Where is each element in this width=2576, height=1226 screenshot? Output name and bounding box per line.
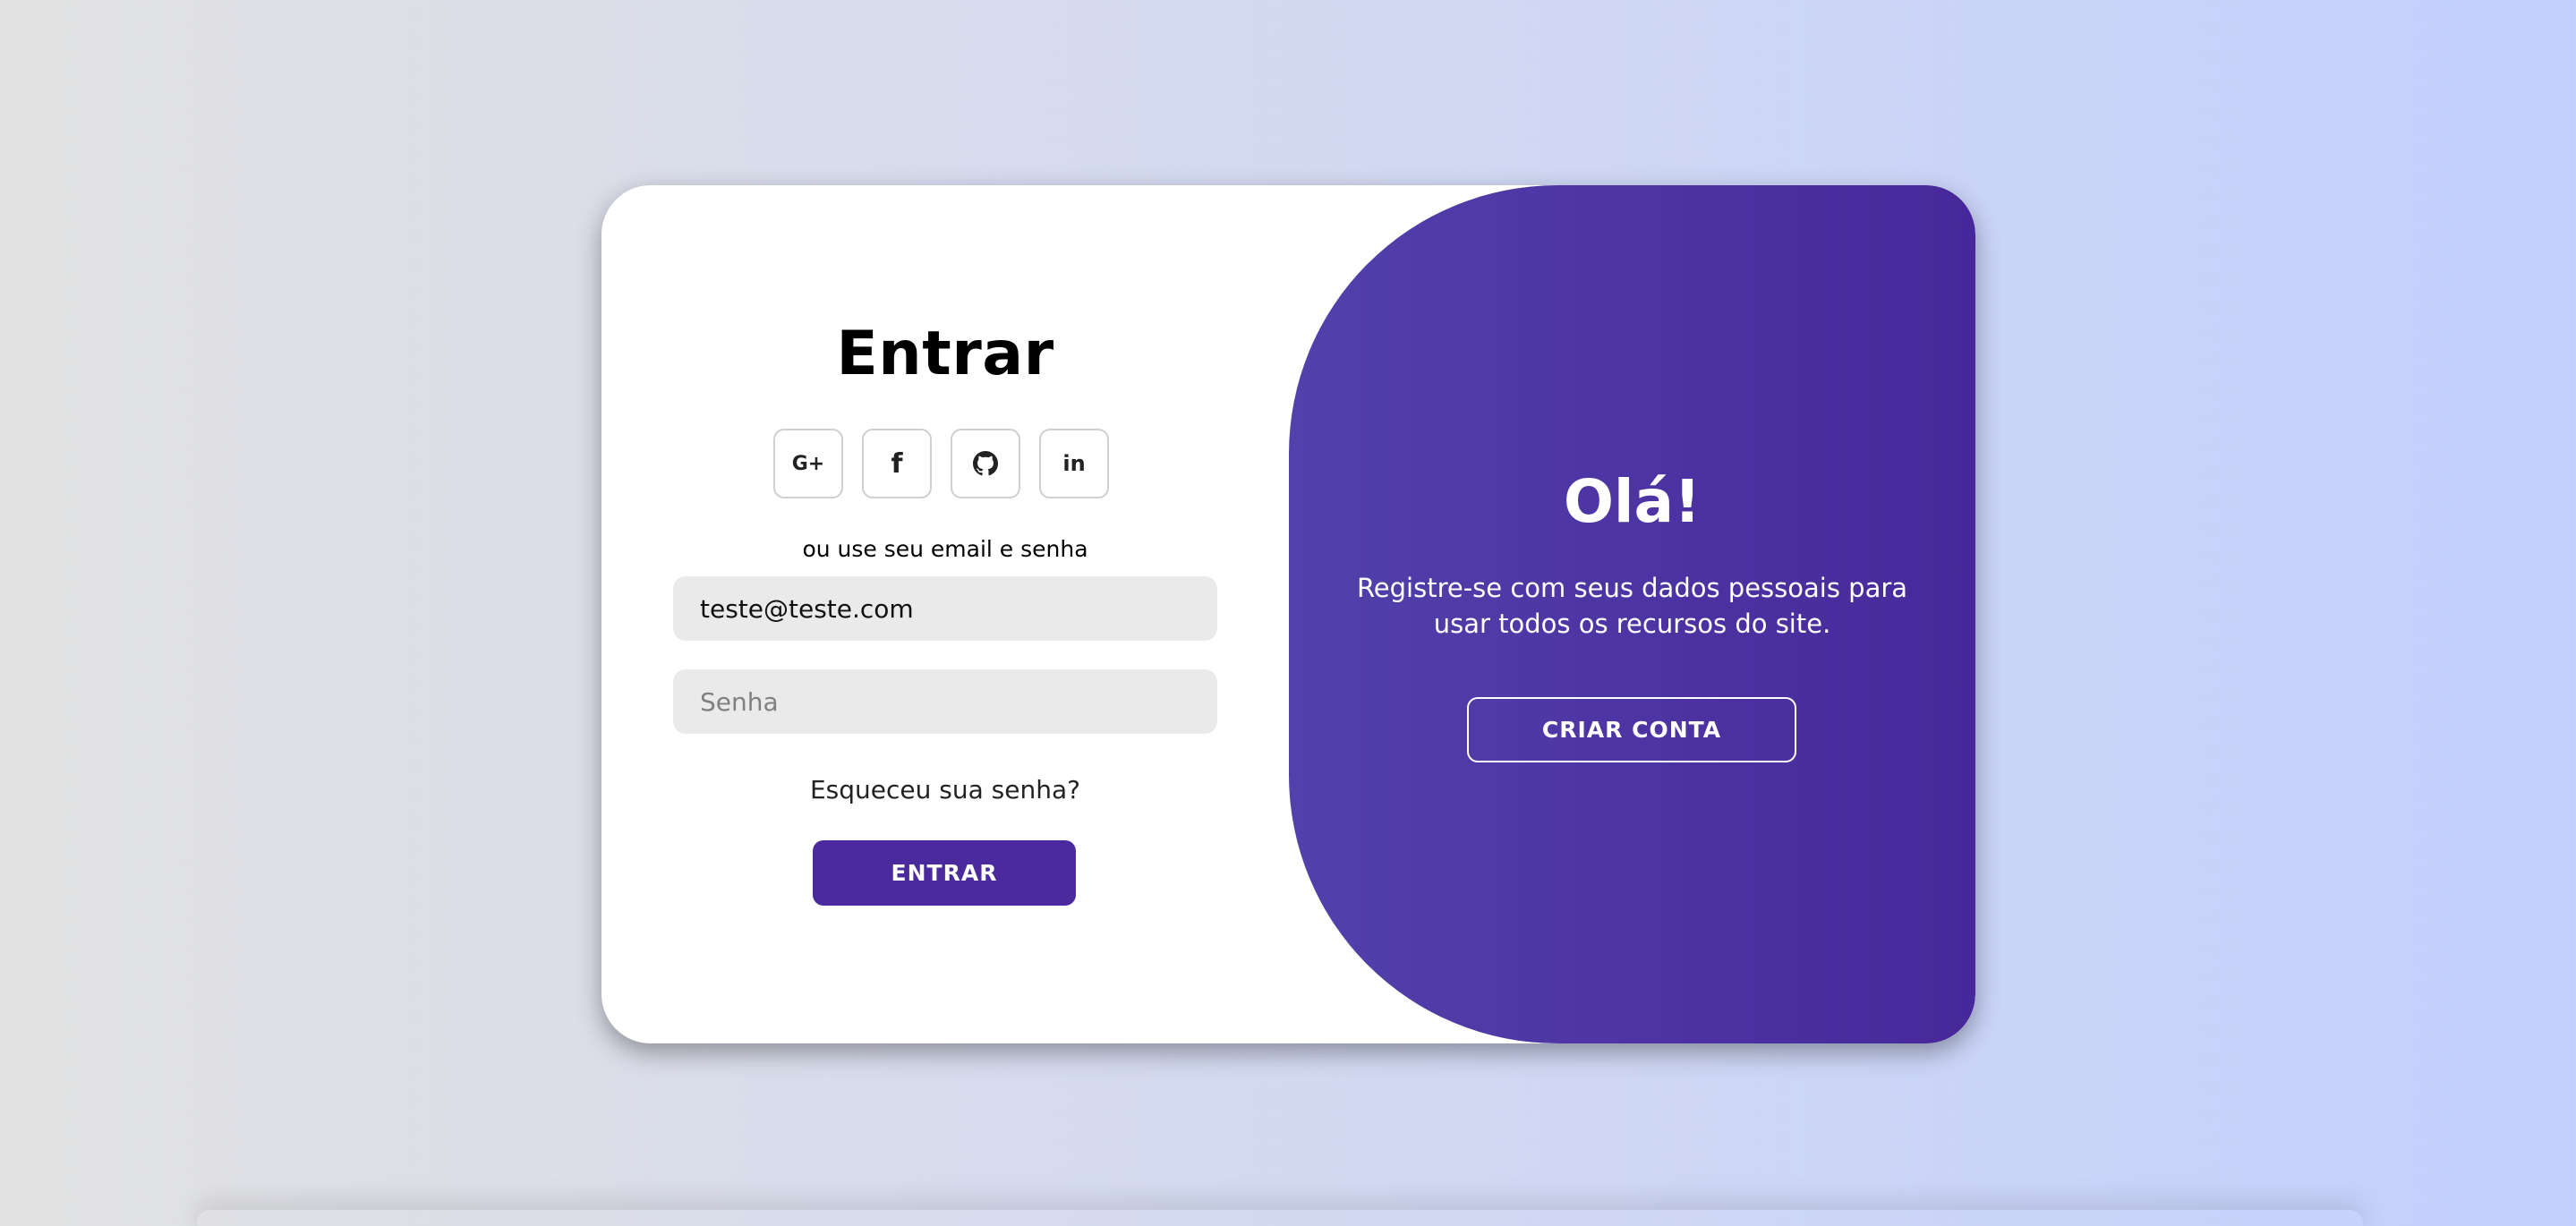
facebook-icon: f [891, 447, 903, 480]
panel-title: Olá! [1563, 467, 1702, 536]
sign-in-title: Entrar [836, 319, 1054, 389]
linkedin-icon: in [1062, 451, 1086, 476]
password-field[interactable] [673, 669, 1217, 734]
facebook-button[interactable]: f [862, 429, 932, 498]
github-button[interactable] [951, 429, 1020, 498]
email-field[interactable] [673, 576, 1217, 641]
auth-card: Entrar G+ f in ou use seu email e senha [601, 185, 1975, 1043]
create-account-button[interactable]: CRIAR CONTA [1467, 697, 1796, 762]
alt-login-hint: ou use seu email e senha [802, 536, 1088, 562]
social-buttons: G+ f in [773, 429, 1109, 498]
sign-in-button[interactable]: ENTRAR [813, 840, 1076, 906]
bottom-shadow [197, 1210, 2363, 1226]
google-plus-icon: G+ [791, 452, 825, 475]
github-icon [973, 451, 998, 476]
sign-up-panel: Olá! Registre-se com seus dados pessoais… [1289, 185, 1975, 1043]
panel-description: Registre-se com seus dados pessoais para… [1356, 573, 1908, 639]
sign-in-form: Entrar G+ f in ou use seu email e senha [601, 185, 1289, 1043]
forgot-password-link[interactable]: Esqueceu sua senha? [601, 775, 1289, 805]
google-plus-button[interactable]: G+ [773, 429, 843, 498]
linkedin-button[interactable]: in [1039, 429, 1109, 498]
